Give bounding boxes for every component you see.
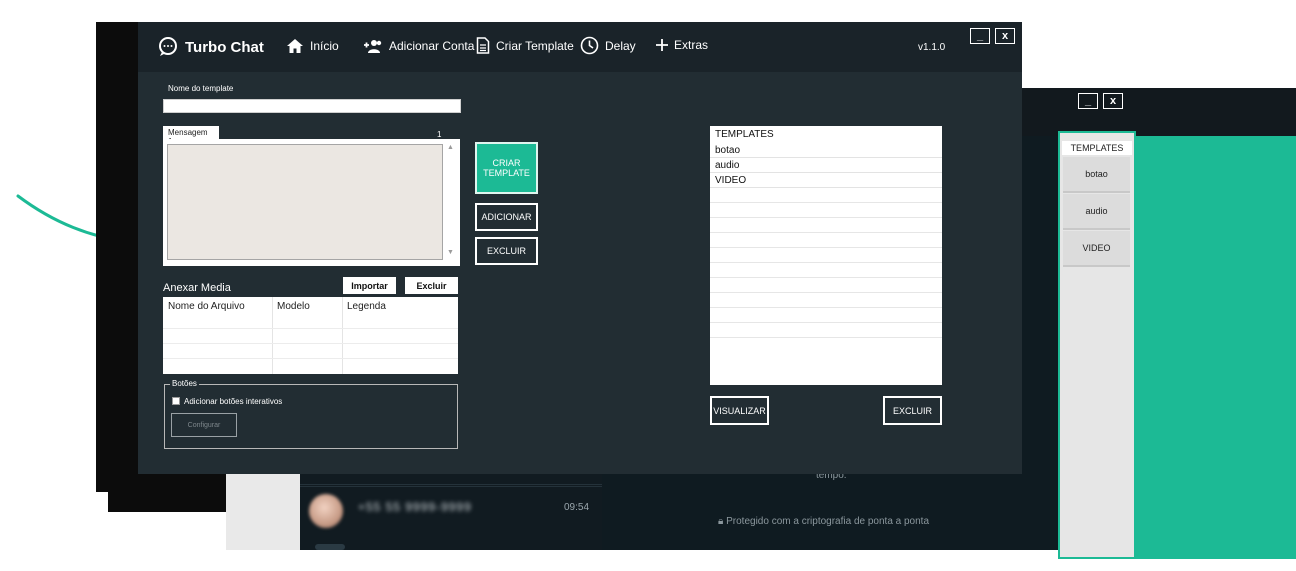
attach-media-label: Anexar Media <box>163 282 231 294</box>
nav-criar-template[interactable]: Criar Template <box>476 37 574 54</box>
plus-icon <box>656 39 668 51</box>
delete-media-button[interactable]: Excluir <box>405 277 458 294</box>
brand-name: Turbo Chat <box>185 38 264 56</box>
minimize-button[interactable]: _ <box>970 28 990 44</box>
nav-criar-template-label: Criar Template <box>496 38 574 53</box>
template-item-audio[interactable]: audio <box>710 158 942 173</box>
buttons-group: Botões Adicionar botões interativos Conf… <box>164 379 458 449</box>
side-close-button[interactable]: x <box>1103 93 1123 109</box>
secondary-window-bar <box>1022 88 1296 136</box>
encryption-note: 🔒︎ Protegido com a criptografia de ponta… <box>718 516 930 527</box>
nav-delay-label: Delay <box>605 38 636 53</box>
contact-name[interactable]: +55 55 9999-9999 <box>358 500 472 514</box>
lock-icon: 🔒︎ <box>718 516 724 527</box>
nav-inicio-label: Início <box>310 39 339 53</box>
template-item-botao[interactable]: botao <box>710 143 942 158</box>
side-templates-panel: TEMPLATES botao audio VIDEO <box>1058 131 1136 559</box>
brand-logo: Turbo Chat <box>158 37 264 57</box>
templates-header: TEMPLATES <box>715 129 774 140</box>
side-template-audio[interactable]: audio <box>1063 194 1130 230</box>
close-button[interactable]: x <box>995 28 1015 44</box>
add-button[interactable]: ADICIONAR <box>475 203 538 231</box>
contact-time: 09:54 <box>564 502 590 513</box>
home-icon <box>287 39 303 53</box>
template-item-video[interactable]: VIDEO <box>710 173 942 188</box>
col-modelo[interactable]: Modelo <box>277 301 310 312</box>
nav-adicionar-conta[interactable]: Adicionar Conta <box>363 38 474 54</box>
delete-button[interactable]: EXCLUIR <box>475 237 538 265</box>
message-tab-badge: 1 <box>437 130 442 139</box>
import-button[interactable]: Importar <box>343 277 396 294</box>
app-version: v1.1.0 <box>918 42 946 53</box>
add-users-icon <box>364 40 382 53</box>
wa-chat-panel-right <box>1022 136 1060 550</box>
teal-panel <box>1136 136 1296 559</box>
main-window: Turbo Chat Início Adicionar Conta Criar … <box>138 22 1022 474</box>
document-icon <box>476 37 490 54</box>
template-name-input[interactable] <box>163 99 461 113</box>
nav-inicio[interactable]: Início <box>286 38 339 54</box>
templates-list[interactable]: TEMPLATES botao audio VIDEO <box>710 126 942 385</box>
buttons-group-title: Botões <box>170 379 199 388</box>
view-template-button[interactable]: VISUALIZAR <box>710 396 769 425</box>
template-name-label: Nome do template <box>168 84 234 93</box>
side-template-video[interactable]: VIDEO <box>1063 231 1130 267</box>
side-template-botao[interactable]: botao <box>1063 157 1130 193</box>
nav-extras-label: Extras <box>674 38 709 52</box>
create-template-button[interactable]: CRIAR TEMPLATE <box>475 142 538 194</box>
delete-template-button[interactable]: EXCLUIR <box>883 396 942 425</box>
media-table[interactable]: Nome do Arquivo Modelo Legenda <box>163 297 458 374</box>
scroll-down-icon[interactable]: ▼ <box>447 249 454 256</box>
scroll-up-icon[interactable]: ▲ <box>447 144 454 151</box>
message-frame: ▲ ▼ <box>163 139 460 266</box>
clock-icon <box>580 36 599 55</box>
message-textarea[interactable] <box>167 144 443 260</box>
col-nome-arquivo[interactable]: Nome do Arquivo <box>168 301 245 312</box>
interactive-buttons-checkbox[interactable] <box>172 397 180 405</box>
window-shadow-bottom <box>108 470 226 512</box>
wa-chat-list: +55 55 9999-9999 09:54 <box>300 472 602 550</box>
nav-extras[interactable]: Extras <box>656 38 708 52</box>
nav-delay[interactable]: Delay <box>580 36 636 55</box>
contact-avatar[interactable] <box>309 494 343 528</box>
wa-left-strip <box>226 472 300 550</box>
col-legenda[interactable]: Legenda <box>347 301 386 312</box>
nav-adicionar-conta-label: Adicionar Conta <box>389 39 475 53</box>
chat-bubble-icon <box>159 37 177 56</box>
wa-chat-panel: tempo. 🔒︎ Protegido com a criptografia d… <box>602 470 1022 550</box>
side-templates-header: TEMPLATES <box>1062 141 1132 155</box>
side-minimize-button[interactable]: _ <box>1078 93 1098 109</box>
configure-button[interactable]: Configurar <box>171 413 237 437</box>
interactive-buttons-label[interactable]: Adicionar botões interativos <box>184 397 282 406</box>
